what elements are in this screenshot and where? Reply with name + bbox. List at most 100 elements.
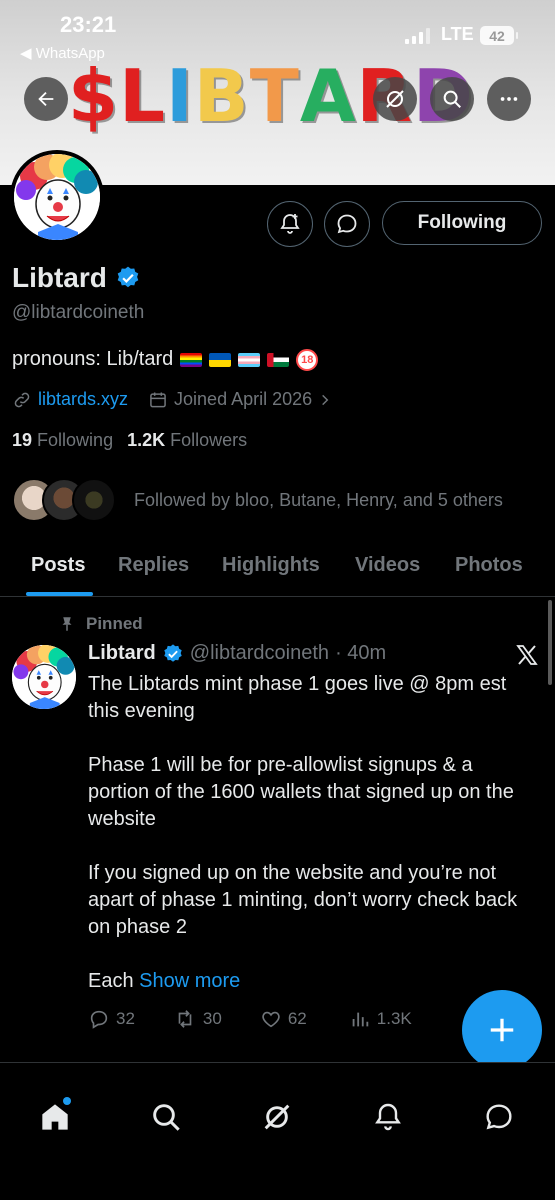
- following-count: 19: [12, 430, 33, 450]
- search-button[interactable]: [430, 77, 474, 121]
- network-type: LTE: [441, 24, 474, 44]
- like-count: 62: [287, 1009, 307, 1028]
- nav-messages[interactable]: [481, 1099, 517, 1135]
- banner-letter: T: [249, 54, 300, 138]
- followers-label: Followers: [170, 430, 248, 450]
- followed-by-row[interactable]: Followed by bloo, Butane, Henry, and 5 o…: [12, 478, 503, 522]
- clown-avatar-image: [12, 645, 76, 709]
- banner-letter: I: [166, 54, 194, 138]
- message-icon: [486, 1104, 512, 1130]
- post-paragraph-truncated: Each Show more: [88, 968, 538, 995]
- follower-avatar: [72, 478, 116, 522]
- tab-videos[interactable]: Videos: [355, 554, 420, 577]
- notification-settings-button[interactable]: [267, 201, 313, 247]
- repost-button[interactable]: 30: [173, 1008, 222, 1030]
- profile-avatar[interactable]: [10, 150, 104, 244]
- views-button[interactable]: 1.3K: [349, 1008, 412, 1030]
- show-more-link[interactable]: Show more: [139, 970, 240, 992]
- reply-count: 32: [116, 1009, 135, 1028]
- tab-photos[interactable]: Photos: [455, 554, 523, 577]
- nav-notifications[interactable]: [370, 1099, 406, 1135]
- active-tab-indicator: [26, 592, 93, 596]
- link-icon: [14, 392, 30, 407]
- chevron-right-icon: [322, 394, 329, 405]
- followers-count: 1.2K: [127, 430, 166, 450]
- trans-flag-icon: [238, 352, 261, 367]
- reply-button[interactable]: 32: [88, 1008, 135, 1030]
- signal-icon: [405, 28, 430, 44]
- compose-post-button[interactable]: [462, 990, 542, 1070]
- view-count: 1.3K: [376, 1009, 412, 1028]
- profile-meta: libtards.xyz Joined April 2026: [12, 389, 332, 410]
- repost-icon: [178, 1010, 192, 1028]
- more-icon: [500, 97, 518, 101]
- joined-date[interactable]: Joined April 2026: [174, 389, 312, 410]
- no-under-18-icon: 18: [296, 348, 319, 371]
- verified-badge-icon[interactable]: [115, 265, 141, 291]
- post-last-text: Each: [88, 970, 134, 992]
- battery-icon: 42: [480, 26, 518, 45]
- post-paragraph: If you signed up on the website and you’…: [88, 862, 518, 938]
- message-button[interactable]: [324, 201, 370, 247]
- grok-button[interactable]: [373, 77, 417, 121]
- following-button[interactable]: Following: [382, 201, 542, 245]
- post-paragraph: Phase 1 will be for pre-allowlist signup…: [88, 754, 514, 830]
- tab-highlights[interactable]: Highlights: [222, 554, 320, 577]
- back-button[interactable]: [24, 77, 68, 121]
- bottom-navigation: [0, 1062, 555, 1200]
- status-bar: 23:21 ◀ WhatsApp LTE 42: [0, 0, 555, 64]
- bell-icon: [375, 1103, 401, 1131]
- pinned-label: Pinned: [58, 614, 143, 634]
- verified-badge-icon: [164, 643, 182, 662]
- following-label: Following: [37, 430, 114, 450]
- more-options-button[interactable]: [487, 77, 531, 121]
- views-icon: [352, 1012, 369, 1027]
- nav-home[interactable]: [37, 1097, 73, 1135]
- grok-icon: [386, 90, 404, 108]
- bell-plus-icon: [280, 214, 300, 234]
- scrollbar[interactable]: [548, 600, 552, 685]
- profile-handle: @libtardcoineth: [12, 302, 145, 323]
- reply-icon: [90, 1010, 108, 1029]
- post-paragraph: The Libtards mint phase 1 goes live @ 8p…: [88, 673, 507, 722]
- repost-count: 30: [202, 1009, 222, 1028]
- search-icon: [153, 1104, 180, 1131]
- post-author-name[interactable]: Libtard: [88, 642, 156, 665]
- back-to-app-link[interactable]: ◀ WhatsApp: [20, 44, 105, 62]
- tab-replies[interactable]: Replies: [118, 554, 189, 577]
- post-author-avatar[interactable]: [12, 645, 76, 709]
- notification-dot: [63, 1097, 71, 1105]
- battery-level: 42: [489, 27, 505, 44]
- grok-icon: [264, 1104, 290, 1130]
- message-icon: [337, 214, 357, 234]
- profile-tabs: Posts Replies Highlights Videos Photos: [0, 540, 555, 597]
- home-icon: [42, 1104, 68, 1130]
- banner-letter: L: [119, 54, 166, 138]
- ukraine-flag-icon: [209, 352, 232, 367]
- nav-grok[interactable]: [259, 1099, 295, 1135]
- followers-count-link[interactable]: 1.2K Followers: [127, 430, 247, 451]
- followed-by-text: Followed by bloo, Butane, Henry, and 5 o…: [134, 489, 503, 510]
- post-header: Libtard @libtardcoineth · 40m: [88, 642, 386, 665]
- search-icon: [443, 90, 461, 108]
- follow-counts: 19 Following 1.2K Followers: [12, 430, 247, 451]
- pinned-text: Pinned: [86, 614, 143, 633]
- post-time[interactable]: · 40m: [335, 642, 386, 665]
- rainbow-flag-icon: [180, 352, 203, 367]
- x-logo-icon: [516, 645, 538, 665]
- bio-text: pronouns: Lib/tard: [12, 348, 174, 370]
- post-author-handle[interactable]: @libtardcoineth: [190, 642, 329, 665]
- post-actions: 32 30 62 1.3K: [88, 1008, 412, 1030]
- profile-website-link[interactable]: libtards.xyz: [38, 389, 128, 410]
- plus-icon: [490, 1018, 514, 1042]
- pin-icon: [62, 617, 72, 631]
- palestine-flag-icon: [267, 352, 290, 367]
- nav-search[interactable]: [148, 1099, 184, 1135]
- like-button[interactable]: 62: [260, 1008, 307, 1030]
- profile-bio: pronouns: Lib/tard 18: [12, 348, 319, 371]
- calendar-icon: [150, 392, 166, 407]
- following-count-link[interactable]: 19 Following: [12, 430, 113, 451]
- arrow-left-icon: [38, 91, 54, 107]
- tab-posts[interactable]: Posts: [31, 554, 85, 577]
- banner-letter: $: [68, 54, 120, 138]
